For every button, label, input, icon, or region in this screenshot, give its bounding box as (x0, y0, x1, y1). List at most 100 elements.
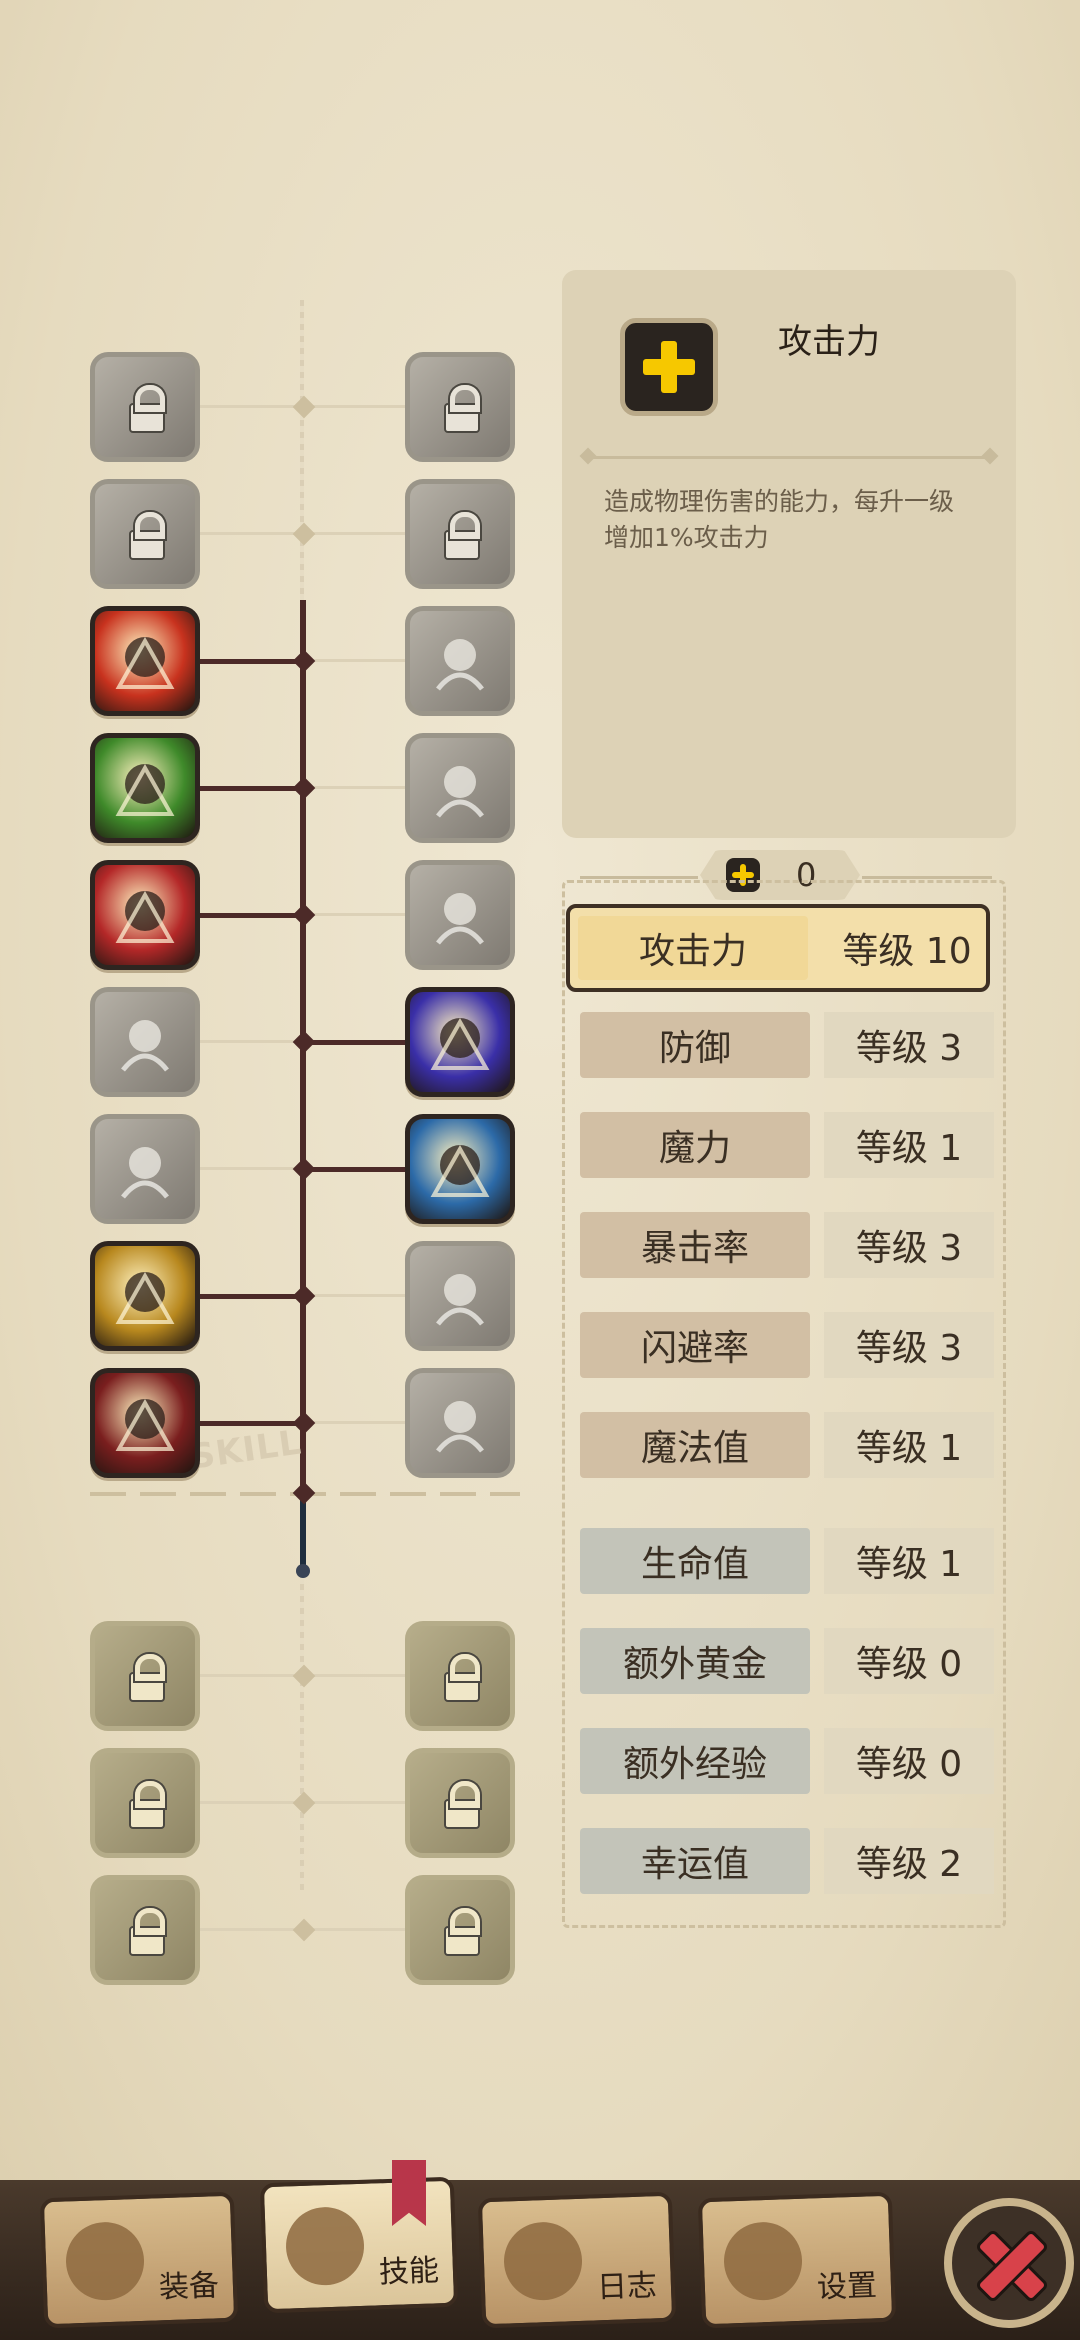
crest-lock-icon[interactable] (90, 1748, 200, 1858)
skull-bird-icon[interactable] (90, 479, 200, 589)
green-strength-icon[interactable] (90, 733, 200, 843)
skill-art (410, 1119, 510, 1219)
tree-branch (200, 405, 303, 408)
stat-level: 等级 2 (824, 1828, 994, 1894)
stat-row[interactable]: 防御 等级 3 (572, 1006, 994, 1078)
eye-lock-icon[interactable] (405, 1621, 515, 1731)
stat-row[interactable]: 攻击力 等级 10 (566, 904, 990, 992)
tree-branch (200, 1167, 303, 1170)
gear-icon (722, 2220, 804, 2302)
padlock-icon (444, 1781, 480, 1829)
stat-row[interactable]: 生命值 等级 1 (572, 1522, 994, 1594)
tree-branch (200, 659, 303, 664)
skill-watermark: SKILL (187, 1422, 305, 1478)
tree-node (292, 1918, 316, 1942)
bag-lock-icon[interactable] (90, 1621, 200, 1731)
ice-blade-icon[interactable] (405, 1114, 515, 1224)
tree-branch (200, 1294, 303, 1299)
purple-eye-icon[interactable] (405, 987, 515, 1097)
stat-row[interactable]: 魔力 等级 1 (572, 1106, 994, 1178)
yellow-plus-icon (620, 318, 718, 416)
golden-rage-icon[interactable] (90, 1241, 200, 1351)
scroll-icon (502, 2220, 584, 2302)
axe-icon (64, 2220, 146, 2302)
stat-level: 等级 3 (824, 1212, 994, 1278)
crossed-swords-icon[interactable] (90, 1368, 200, 1478)
stat-row[interactable]: 魔法值 等级 1 (572, 1406, 994, 1478)
stat-name: 闪避率 (580, 1312, 810, 1378)
stat-row[interactable]: 额外黄金 等级 0 (572, 1622, 994, 1694)
tree-branch (303, 532, 405, 535)
red-slash-icon[interactable] (90, 860, 200, 970)
tab-2[interactable]: 日志 (477, 2191, 677, 2329)
tree-branch (303, 1674, 405, 1677)
stat-row[interactable]: 幸运值 等级 2 (572, 1822, 994, 1894)
stat-level: 等级 0 (824, 1728, 994, 1794)
padlock-icon (129, 385, 165, 433)
close-button[interactable] (944, 2198, 1074, 2328)
tree-branch (303, 405, 405, 408)
lightning-wolf-icon[interactable] (90, 352, 200, 462)
stat-level: 等级 3 (824, 1312, 994, 1378)
padlock-icon (129, 1654, 165, 1702)
stat-name: 暴击率 (580, 1212, 810, 1278)
stat-row[interactable]: 额外经验 等级 0 (572, 1722, 994, 1794)
dash-icon[interactable] (405, 733, 515, 843)
stat-name: 额外黄金 (580, 1628, 810, 1694)
stat-name: 攻击力 (578, 916, 808, 980)
skill-art-grey (410, 1373, 510, 1473)
blade-storm-icon[interactable] (405, 479, 515, 589)
info-divider (586, 456, 992, 459)
padlock-icon (444, 512, 480, 560)
padlock-icon (129, 1781, 165, 1829)
tree-node (292, 522, 316, 546)
badge-line-left (580, 876, 698, 879)
whirlwind-icon[interactable] (90, 1114, 200, 1224)
tree-node (292, 776, 316, 800)
tree-node (292, 903, 316, 927)
shield-crest-icon[interactable] (405, 352, 515, 462)
stat-name: 魔法值 (580, 1412, 810, 1478)
tree-progress-tail (300, 1495, 306, 1570)
tree-branch (303, 1040, 405, 1045)
sparkle-icon[interactable] (405, 1368, 515, 1478)
tab-label: 技能 (378, 2253, 440, 2291)
skill-art (95, 738, 195, 838)
skill-art-grey (95, 1119, 195, 1219)
skill-art (95, 865, 195, 965)
skill-art-grey (410, 865, 510, 965)
stat-row[interactable]: 暴击率 等级 3 (572, 1206, 994, 1278)
tree-branch (303, 1801, 405, 1804)
sword-icon[interactable] (90, 987, 200, 1097)
skill-ring-icon (284, 2205, 366, 2287)
skill-art (95, 1246, 195, 1346)
lightning-icon[interactable] (405, 606, 515, 716)
tree-branch (303, 1294, 405, 1297)
eye-wing-lock-icon[interactable] (405, 1748, 515, 1858)
tree-branch (303, 786, 405, 789)
tab-label: 设置 (816, 2268, 878, 2306)
padlock-icon (129, 1908, 165, 1956)
horned-lock-icon[interactable] (90, 1875, 200, 1985)
smoke-bomb-icon[interactable] (405, 860, 515, 970)
info-description: 造成物理伤害的能力，每升一级增加1%攻击力 (604, 487, 955, 552)
stat-level: 等级 0 (824, 1628, 994, 1694)
explosion-icon[interactable] (405, 1241, 515, 1351)
tree-node (292, 1284, 316, 1308)
stat-level: 等级 1 (824, 1412, 994, 1478)
tab-3[interactable]: 设置 (697, 2191, 897, 2329)
tier-node (292, 1481, 316, 1505)
padlock-icon (444, 1908, 480, 1956)
tab-1[interactable]: 技能 (259, 2176, 459, 2314)
tree-branch (303, 913, 405, 916)
stat-name: 防御 (580, 1012, 810, 1078)
tree-node (292, 395, 316, 419)
tab-0[interactable]: 装备 (39, 2191, 239, 2329)
chain-lock-icon[interactable] (405, 1875, 515, 1985)
stat-row[interactable]: 闪避率 等级 3 (572, 1306, 994, 1378)
tree-branch (200, 1421, 303, 1426)
tree-node (292, 649, 316, 673)
fire-rage-icon[interactable] (90, 606, 200, 716)
tab-label: 日志 (596, 2268, 658, 2306)
tree-progress-end (296, 1564, 310, 1578)
